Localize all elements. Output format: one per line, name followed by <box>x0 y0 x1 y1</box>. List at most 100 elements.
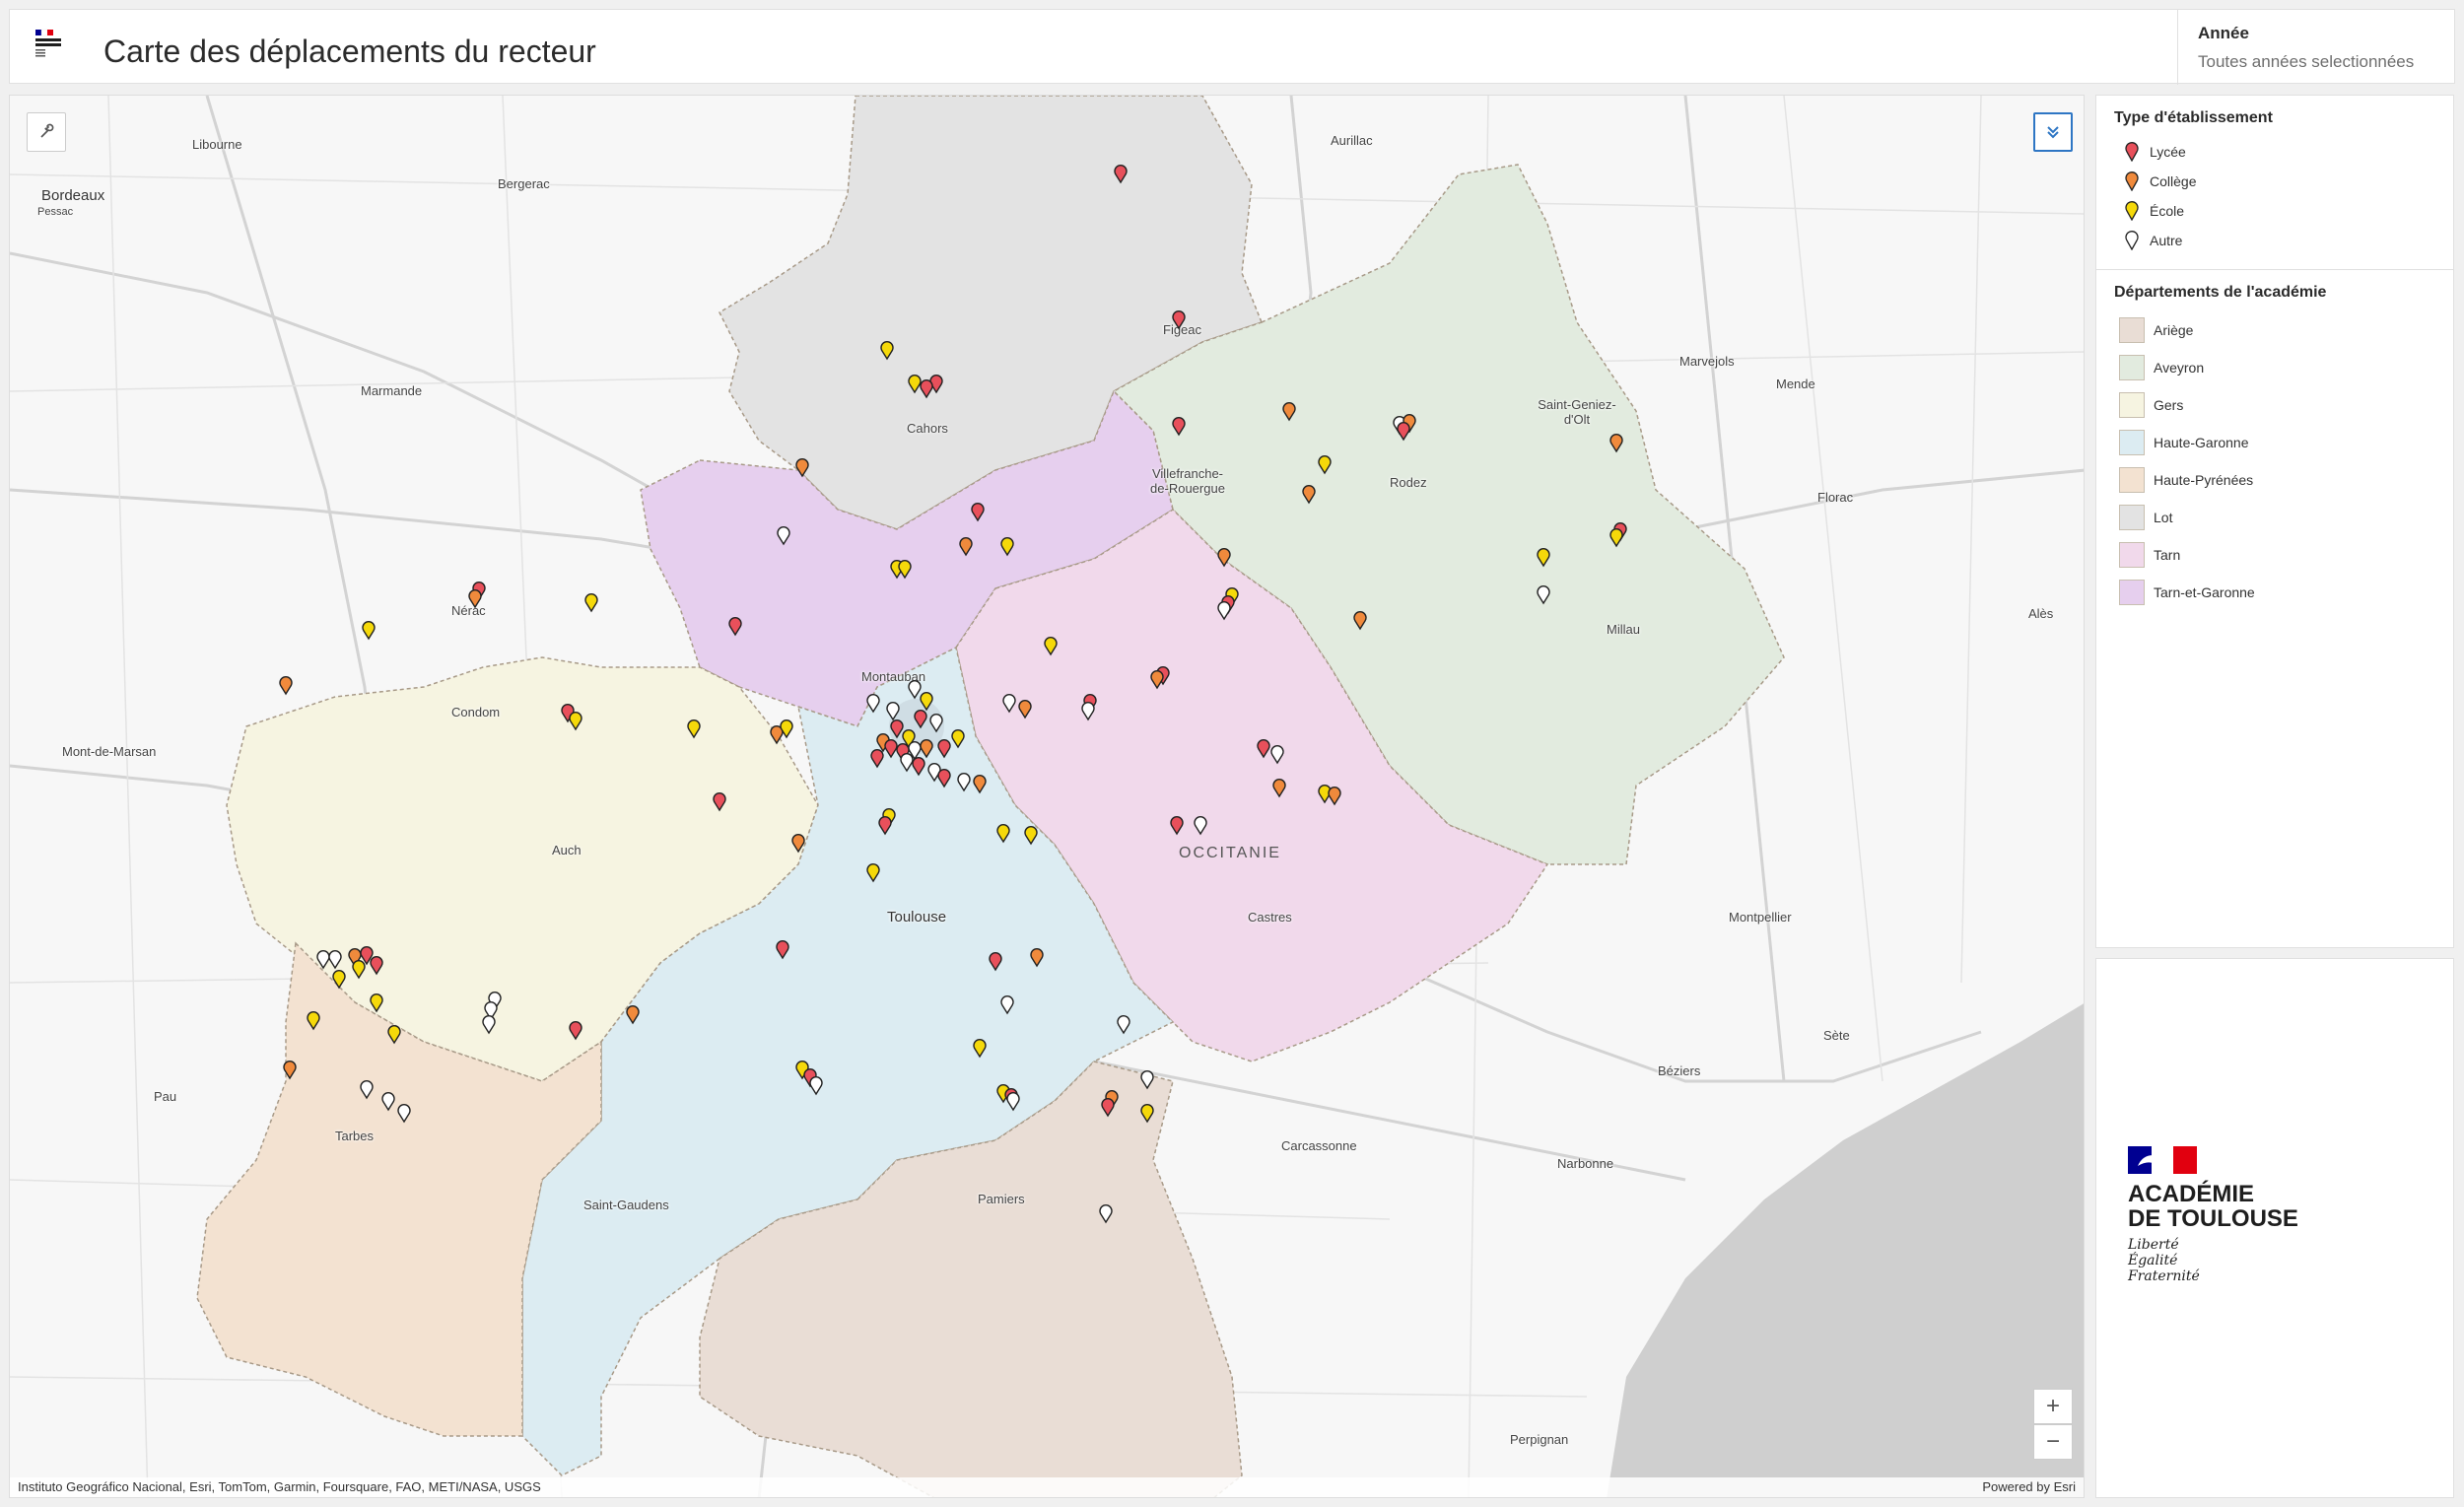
marker-ecole[interactable] <box>1044 637 1058 656</box>
zoom-out-button[interactable]: − <box>2033 1424 2073 1460</box>
marker-college[interactable] <box>1018 700 1032 719</box>
marker-ecole[interactable] <box>584 593 598 613</box>
marker-autre[interactable] <box>809 1076 823 1096</box>
marker-autre[interactable] <box>1537 585 1550 605</box>
marker-ecole[interactable] <box>362 621 376 641</box>
year-filter-value[interactable]: Toutes années selectionnées <box>2198 52 2456 72</box>
marker-ecole[interactable] <box>307 1011 320 1031</box>
marker-lycee[interactable] <box>890 719 904 739</box>
marker-autre[interactable] <box>328 950 342 970</box>
map-view[interactable]: Libourne Bordeaux Pessac Bergerac Aurill… <box>9 95 2085 1498</box>
marker-lycee[interactable] <box>1114 165 1128 184</box>
marker-autre[interactable] <box>1000 995 1014 1015</box>
marker-autre[interactable] <box>957 773 971 792</box>
marker-lycee[interactable] <box>713 792 726 812</box>
marker-ecole[interactable] <box>569 712 582 731</box>
marker-ecole[interactable] <box>332 970 346 990</box>
marker-college[interactable] <box>1302 485 1316 505</box>
marker-ecole[interactable] <box>1609 528 1623 548</box>
marker-ecole[interactable] <box>1024 826 1038 846</box>
marker-autre[interactable] <box>1140 1070 1154 1090</box>
marker-autre[interactable] <box>908 680 922 700</box>
marker-autre[interactable] <box>1099 1204 1113 1224</box>
marker-ecole[interactable] <box>920 692 933 712</box>
marker-ecole[interactable] <box>1537 548 1550 568</box>
marker-ecole[interactable] <box>1318 455 1332 475</box>
marker-college[interactable] <box>279 676 293 696</box>
marker-lycee[interactable] <box>920 379 933 399</box>
marker-college[interactable] <box>1353 611 1367 631</box>
marker-lycee[interactable] <box>569 1021 582 1041</box>
marker-autre[interactable] <box>900 753 914 773</box>
marker-ecole[interactable] <box>866 863 880 883</box>
marker-college[interactable] <box>1328 787 1341 806</box>
marker-lycee[interactable] <box>1101 1098 1115 1118</box>
marker-ecole[interactable] <box>1000 537 1014 557</box>
marker-lycee[interactable] <box>776 940 789 960</box>
marker-autre[interactable] <box>886 702 900 721</box>
marker-autre[interactable] <box>1270 745 1284 765</box>
marker-autre[interactable] <box>1117 1015 1130 1035</box>
marker-autre[interactable] <box>1217 601 1231 621</box>
marker-college[interactable] <box>959 537 973 557</box>
marker-ecole[interactable] <box>898 560 912 580</box>
marker-ecole[interactable] <box>973 1039 987 1059</box>
marker-lycee[interactable] <box>884 739 898 759</box>
marker-autre[interactable] <box>1006 1092 1020 1112</box>
marker-ecole[interactable] <box>387 1025 401 1045</box>
collapse-panel-button[interactable] <box>2033 112 2073 152</box>
measure-tool-button[interactable] <box>27 112 66 152</box>
marker-lycee[interactable] <box>1170 816 1184 836</box>
marker-college[interactable] <box>1150 670 1164 690</box>
marker-autre[interactable] <box>397 1104 411 1124</box>
marker-college[interactable] <box>973 775 987 794</box>
marker-college[interactable] <box>468 589 482 609</box>
marker-lycee[interactable] <box>1172 417 1186 437</box>
marker-college[interactable] <box>1282 402 1296 422</box>
marker-lycee[interactable] <box>912 757 925 777</box>
marker-lycee[interactable] <box>1257 739 1270 759</box>
marker-autre[interactable] <box>360 1080 374 1100</box>
marker-lycee[interactable] <box>1397 422 1410 442</box>
marker-college[interactable] <box>1030 948 1044 968</box>
marker-college[interactable] <box>791 834 805 854</box>
marker-college[interactable] <box>1217 548 1231 568</box>
marker-lycee[interactable] <box>937 769 951 788</box>
marker-autre[interactable] <box>1081 702 1095 721</box>
marker-ecole[interactable] <box>908 375 922 394</box>
marker-ecole[interactable] <box>1140 1104 1154 1124</box>
powered-by-link[interactable]: Powered by Esri <box>1982 1479 2076 1494</box>
app-header: Carte des déplacements du recteur Année … <box>9 9 2456 85</box>
marker-college[interactable] <box>283 1061 297 1080</box>
marker-autre[interactable] <box>777 526 790 546</box>
zoom-in-button[interactable]: + <box>2033 1389 2073 1424</box>
marker-ecole[interactable] <box>687 719 701 739</box>
marker-college[interactable] <box>920 739 933 759</box>
marker-ecole[interactable] <box>370 993 383 1013</box>
marker-lycee[interactable] <box>937 739 951 759</box>
marker-lycee[interactable] <box>370 956 383 976</box>
marker-lycee[interactable] <box>989 952 1002 972</box>
marker-ecole[interactable] <box>996 824 1010 844</box>
marker-ecole[interactable] <box>951 729 965 749</box>
marker-ecole[interactable] <box>880 341 894 361</box>
marker-college[interactable] <box>626 1005 640 1025</box>
marker-lycee[interactable] <box>971 503 985 522</box>
marker-autre[interactable] <box>929 714 943 733</box>
marker-college[interactable] <box>1272 779 1286 798</box>
marker-lycee[interactable] <box>914 710 927 729</box>
marker-college[interactable] <box>1609 434 1623 453</box>
marker-lycee[interactable] <box>728 617 742 637</box>
marker-autre[interactable] <box>381 1092 395 1112</box>
year-filter[interactable]: Année Toutes années selectionnées <box>2177 10 2456 85</box>
marker-autre[interactable] <box>316 950 330 970</box>
marker-autre[interactable] <box>866 694 880 714</box>
marker-autre[interactable] <box>482 1015 496 1035</box>
marker-autre[interactable] <box>1002 694 1016 714</box>
marker-lycee[interactable] <box>878 816 892 836</box>
marker-lycee[interactable] <box>870 749 884 769</box>
marker-autre[interactable] <box>1194 816 1207 836</box>
marker-ecole[interactable] <box>352 960 366 980</box>
marker-college[interactable] <box>795 458 809 478</box>
marker-lycee[interactable] <box>1172 310 1186 330</box>
